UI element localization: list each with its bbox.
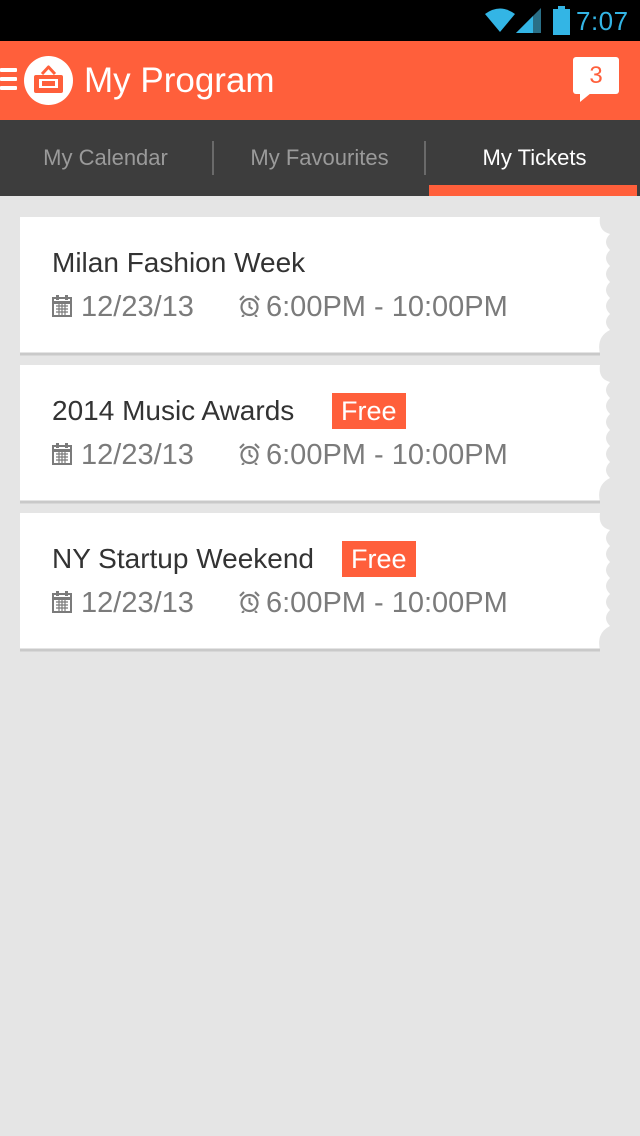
ticket-card[interactable]: 2014 Music Awards Free 12/23/13 6:00PM -… [20,365,630,504]
free-badge: Free [332,393,406,429]
alarm-clock-icon [239,591,260,613]
tab-my-calendar[interactable]: My Calendar [0,120,211,196]
ticket-card[interactable]: Milan Fashion Week 12/23/13 6:00PM - 10:… [20,217,630,356]
action-bar: My Program 3 [0,41,640,120]
app-logo-icon[interactable] [24,56,73,105]
alarm-clock-icon [239,443,260,465]
ticket-title: Milan Fashion Week [52,247,306,278]
free-badge: Free [342,541,416,577]
ticket-time-range: 6:00PM - 10:00PM [266,291,508,323]
ticket-box-icon [34,65,63,93]
wifi-icon [485,8,515,32]
cell-signal-icon [516,8,541,33]
battery-icon [553,6,570,35]
active-tab-indicator [429,185,637,196]
tab-my-favourites[interactable]: My Favourites [214,120,425,196]
ticket-time-range: 6:00PM - 10:00PM [266,587,508,619]
calendar-icon [52,591,72,613]
calendar-icon [52,295,72,317]
ticket-date: 12/23/13 [81,291,194,323]
menu-icon[interactable] [0,68,18,92]
status-bar: 7:07 [0,0,640,41]
ticket-title: NY Startup Weekend [52,543,315,574]
ticket-card[interactable]: NY Startup Weekend Free 12/23/13 6:00PM … [20,513,630,652]
ticket-date: 12/23/13 [81,439,194,471]
ticket-time-range: 6:00PM - 10:00PM [266,439,508,471]
ticket-date: 12/23/13 [81,587,194,619]
page-title: My Program [84,61,275,100]
status-time: 7:07 [576,6,629,36]
notification-count: 3 [573,57,619,94]
ticket-title: 2014 Music Awards [52,395,295,426]
notification-bubble-icon[interactable]: 3 [573,57,619,102]
calendar-icon [52,443,72,465]
tab-divider [424,141,426,175]
alarm-clock-icon [239,295,260,317]
